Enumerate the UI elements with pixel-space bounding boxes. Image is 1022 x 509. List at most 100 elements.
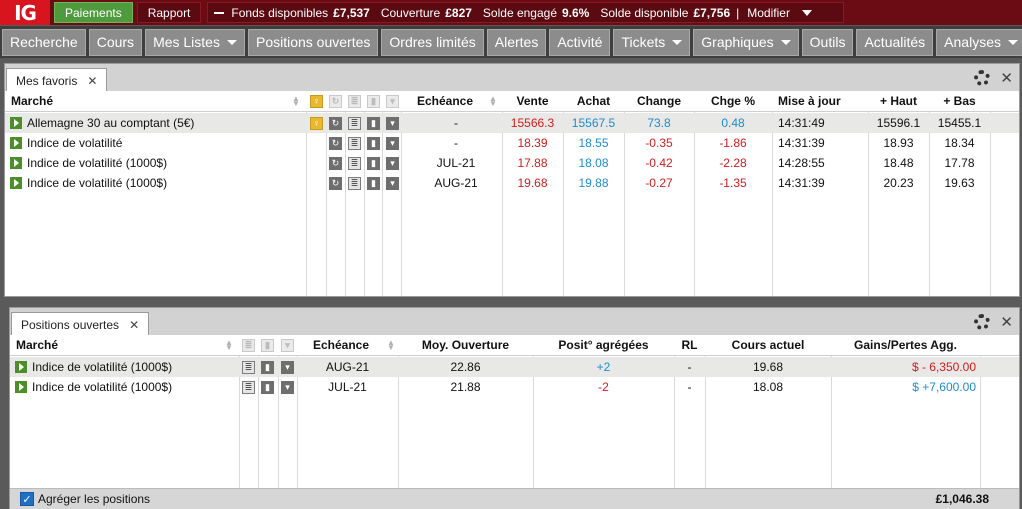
tab-favorites[interactable]: Mes favoris ✕ (6, 68, 108, 92)
nav-item-mes-listes[interactable]: Mes Listes (145, 28, 245, 56)
table-row[interactable]: Indice de volatilité (1000$) ≣ ▮ ▾ AUG-21 22.… (10, 357, 1019, 377)
info-icon[interactable]: ≣ (348, 177, 361, 190)
sort-icon[interactable]: ▲ ▼ (225, 339, 233, 352)
market-name[interactable]: Indice de volatilité (27, 133, 122, 153)
nav-item-cours[interactable]: Cours (88, 28, 143, 56)
nav-item-alertes[interactable]: Alertes (486, 28, 547, 56)
gear-icon[interactable] (974, 314, 991, 330)
info-icon[interactable]: ≣ (242, 339, 255, 352)
table-row[interactable]: Indice de volatilité (1000$) ↻ ≣ ▮ ▾ JUL-21 17… (5, 153, 1019, 173)
chevron-down-icon[interactable]: ▾ (281, 381, 294, 394)
sort-icon[interactable]: ▲ ▼ (387, 339, 395, 352)
account-bar: IG Paiements Rapport Fonds disponibles £… (0, 0, 1022, 25)
chart-icon[interactable]: ▮ (261, 339, 274, 352)
aggregate-checkbox[interactable]: ✓ (20, 492, 34, 506)
play-icon[interactable] (10, 117, 22, 129)
chart-icon[interactable]: ▮ (367, 157, 380, 170)
info-icon[interactable]: ≣ (348, 117, 361, 130)
nav-item-positions-ouvertes[interactable]: Positions ouvertes (247, 28, 379, 56)
rl-cell: - (687, 360, 692, 374)
market-name[interactable]: Indice de volatilité (1000$) (27, 173, 167, 193)
column-market: Marché (11, 94, 54, 108)
updated-cell: 14:31:39 (778, 176, 825, 190)
table-row[interactable]: Indice de volatilité (1000$) ≣ ▮ ▾ JUL-21 21.… (10, 377, 1019, 397)
chevron-down-icon[interactable]: ▾ (386, 95, 399, 108)
play-icon[interactable] (10, 177, 22, 189)
change-cell: -0.42 (645, 156, 673, 170)
chart-icon[interactable]: ▮ (367, 137, 380, 150)
sort-icon[interactable]: ▲ ▼ (292, 95, 300, 108)
chart-icon[interactable]: ▮ (367, 117, 380, 130)
table-row[interactable]: Indice de volatilité ↻ ≣ ▮ ▾ - 18.39 18.55 -0.35… (5, 133, 1019, 153)
alert-icon[interactable]: ♀ (310, 95, 323, 108)
updated-cell: 14:31:49 (778, 116, 825, 130)
report-button[interactable]: Rapport (136, 2, 202, 23)
market-name[interactable]: Indice de volatilité (1000$) (32, 357, 172, 377)
refresh-icon[interactable]: ↻ (329, 137, 342, 150)
nav-item-label: Actualités (864, 34, 926, 50)
change-cell: 73.8 (647, 116, 671, 130)
nav-item-outils[interactable]: Outils (801, 28, 854, 56)
expiry-cell: JUL-21 (328, 380, 367, 394)
close-icon[interactable]: ✕ (129, 318, 139, 332)
gear-icon[interactable] (974, 70, 991, 86)
payments-button[interactable]: Paiements (54, 2, 133, 23)
play-icon[interactable] (10, 157, 22, 169)
chevron-down-icon[interactable]: ▾ (281, 339, 294, 352)
chart-icon[interactable]: ▮ (261, 361, 274, 374)
play-icon[interactable] (15, 361, 27, 373)
chevron-down-icon[interactable]: ▾ (386, 117, 399, 130)
nav-item-graphiques[interactable]: Graphiques (693, 28, 799, 56)
chart-icon[interactable]: ▮ (261, 381, 274, 394)
buy-cell: 19.88 (578, 176, 609, 190)
market-name[interactable]: Indice de volatilité (1000$) (27, 153, 167, 173)
nav-item-tickets[interactable]: Tickets (613, 28, 691, 56)
table-row[interactable]: Indice de volatilité (1000$) ↻ ≣ ▮ ▾ AUG-21 19… (5, 173, 1019, 193)
tab-positions[interactable]: Positions ouvertes ✕ (11, 312, 150, 336)
change-pct-cell: -1.86 (719, 136, 747, 150)
nav-item-analyses[interactable]: Analyses (936, 28, 1022, 56)
chevron-down-icon[interactable] (1007, 39, 1018, 45)
market-name[interactable]: Indice de volatilité (1000$) (32, 377, 172, 397)
column-sell: Vente (516, 94, 549, 108)
nav-item-actualit-s[interactable]: Actualités (856, 28, 934, 56)
close-icon[interactable]: ✕ (87, 74, 97, 88)
high-cell: 20.23 (883, 176, 914, 190)
collapse-icon[interactable] (214, 11, 225, 14)
nav-item-label: Tickets (621, 34, 666, 50)
chevron-down-icon[interactable]: ▾ (386, 157, 399, 170)
chevron-down-icon[interactable] (226, 39, 237, 45)
info-icon[interactable]: ≣ (348, 95, 361, 108)
modify-link[interactable]: Modifier (747, 6, 790, 20)
play-icon[interactable] (10, 137, 22, 149)
chevron-down-icon[interactable]: ▾ (386, 137, 399, 150)
refresh-icon[interactable]: ↻ (329, 117, 342, 130)
nav-item-activit-[interactable]: Activité (549, 28, 611, 56)
chevron-down-icon[interactable]: ▾ (386, 177, 399, 190)
nav-item-label: Outils (809, 34, 846, 50)
chart-icon[interactable]: ▮ (367, 177, 380, 190)
refresh-icon[interactable]: ↻ (329, 177, 342, 190)
total-pnl: £1,046.38 (935, 492, 989, 506)
close-icon[interactable]: ✕ (1000, 313, 1013, 331)
close-icon[interactable]: ✕ (1000, 69, 1013, 87)
market-name[interactable]: Allemagne 30 au comptant (5€) (27, 113, 194, 133)
chart-icon[interactable]: ▮ (367, 95, 380, 108)
chevron-down-icon[interactable] (780, 39, 791, 45)
nav-item-ordres-limit-s[interactable]: Ordres limités (381, 28, 484, 56)
play-icon[interactable] (15, 381, 27, 393)
change-pct-cell: 0.48 (721, 116, 745, 130)
chevron-down-icon[interactable] (801, 9, 812, 16)
table-row[interactable]: Allemagne 30 au comptant (5€) ♀ ↻ ≣ ▮ ▾ - 15566… (5, 113, 1019, 133)
refresh-icon[interactable]: ↻ (329, 157, 342, 170)
refresh-icon[interactable]: ↻ (329, 95, 342, 108)
nav-item-recherche[interactable]: Recherche (2, 28, 86, 56)
info-icon[interactable]: ≣ (348, 137, 361, 150)
sort-icon[interactable]: ▲ ▼ (489, 95, 497, 108)
info-icon[interactable]: ≣ (242, 361, 255, 374)
info-icon[interactable]: ≣ (242, 381, 255, 394)
alert-icon[interactable]: ♀ (310, 117, 323, 130)
chevron-down-icon[interactable] (672, 39, 683, 45)
chevron-down-icon[interactable]: ▾ (281, 361, 294, 374)
info-icon[interactable]: ≣ (348, 157, 361, 170)
